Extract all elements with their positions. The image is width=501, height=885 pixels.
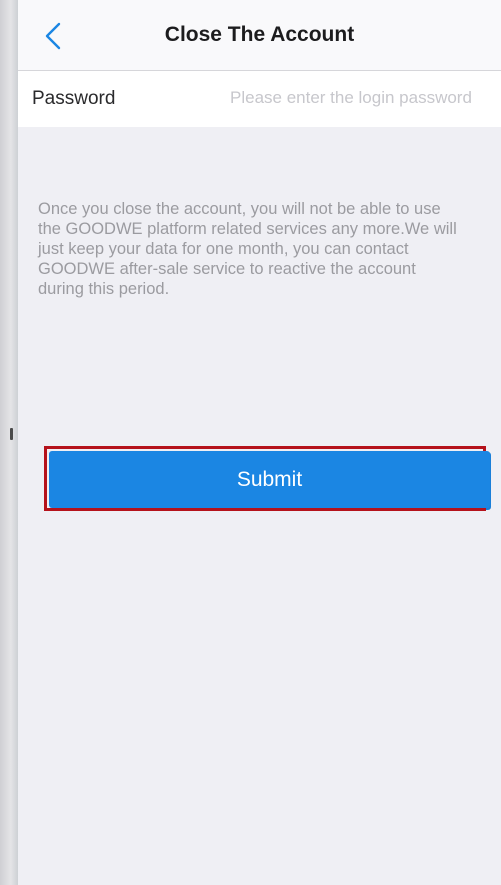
submit-button[interactable]: Submit xyxy=(49,451,490,508)
page-title: Close The Account xyxy=(164,23,355,46)
phone-screen: Close The Account Password Once you clos… xyxy=(18,0,501,885)
background-edge xyxy=(0,0,18,885)
close-account-notice: Once you close the account, you will not… xyxy=(38,200,457,298)
edge-mark xyxy=(10,428,13,440)
navigation-bar: Close The Account xyxy=(18,0,501,71)
password-row: Password xyxy=(18,71,501,127)
password-label: Password xyxy=(32,88,116,109)
password-input[interactable] xyxy=(218,83,501,113)
